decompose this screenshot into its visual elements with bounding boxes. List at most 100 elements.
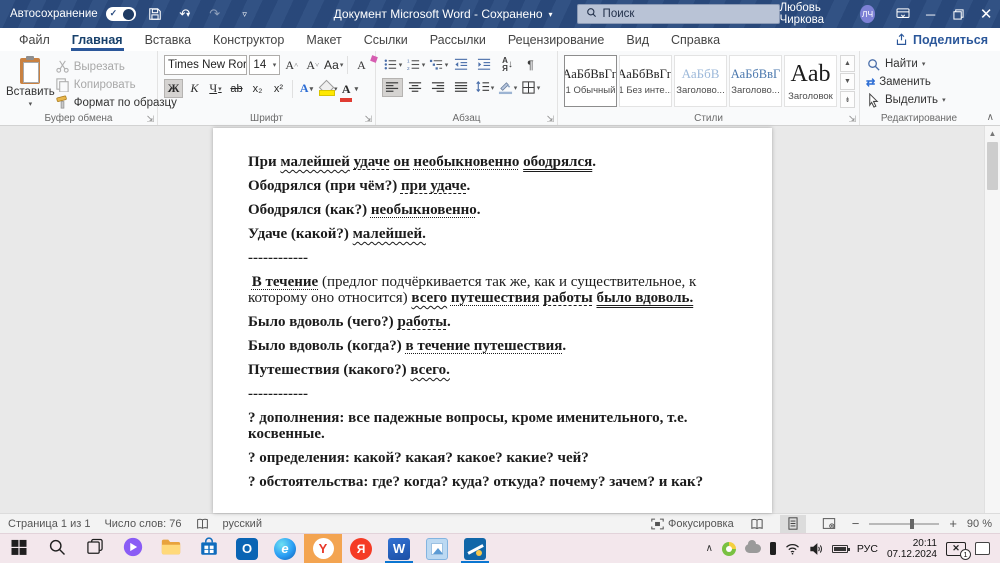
increase-indent-button[interactable] xyxy=(474,55,495,74)
subscript-button[interactable]: x₂ xyxy=(248,79,267,98)
taskbar-app-search[interactable] xyxy=(38,534,76,563)
vertical-scrollbar[interactable]: ▲ xyxy=(984,126,1000,513)
change-case-button[interactable]: Аа ▾ xyxy=(324,56,343,75)
align-center-button[interactable] xyxy=(405,78,426,97)
align-right-button[interactable] xyxy=(428,78,449,97)
font-color-button[interactable]: А ▾ xyxy=(339,79,360,102)
quick-access-more-icon[interactable]: ▿ xyxy=(234,3,256,25)
scrollbar-thumb[interactable] xyxy=(987,142,998,190)
paste-button[interactable]: Вставить ▾ xyxy=(6,55,55,109)
dialog-launcher-icon[interactable]: ⇲ xyxy=(546,114,554,124)
page-indicator[interactable]: Страница 1 из 1 xyxy=(8,518,90,530)
read-mode-button[interactable] xyxy=(744,515,770,533)
ribbon-tab-6[interactable]: Рассылки xyxy=(419,28,497,51)
clock[interactable]: 20:11 07.12.2024 xyxy=(887,538,937,560)
style-card-3[interactable]: АаБбВвГ Заголово... xyxy=(729,55,782,107)
search-input[interactable]: Поиск xyxy=(576,4,780,24)
show-formatting-marks-button[interactable]: ¶ xyxy=(520,55,541,74)
share-button[interactable]: Поделиться xyxy=(895,28,988,51)
style-card-0[interactable]: АаБбВвГг, 1 Обычный xyxy=(564,55,617,107)
usb-device-icon[interactable] xyxy=(769,542,776,555)
font-family-combobox[interactable]: Times New Ror▾ xyxy=(164,55,248,75)
highlight-color-button[interactable]: ▾ xyxy=(318,79,339,98)
user-name[interactable]: Любовь Чиркова xyxy=(780,2,853,26)
strikethrough-button[interactable]: ab xyxy=(227,79,246,98)
ribbon-tab-2[interactable]: Вставка xyxy=(134,28,202,51)
taskbar-app-start[interactable] xyxy=(0,534,38,563)
bullets-button[interactable]: ▾ xyxy=(382,55,403,74)
dialog-launcher-icon[interactable]: ⇲ xyxy=(848,114,856,124)
onedrive-icon[interactable] xyxy=(744,540,761,553)
taskbar-app-word[interactable]: W xyxy=(380,534,418,563)
select-button[interactable]: Выделить ▾ xyxy=(866,91,974,109)
zoom-in-button[interactable]: + xyxy=(949,516,957,531)
bold-button[interactable]: Ж xyxy=(164,79,183,98)
zoom-slider[interactable] xyxy=(869,518,940,529)
ribbon-tab-3[interactable]: Конструктор xyxy=(202,28,295,51)
styles-scroll-down-button[interactable]: ▼ xyxy=(840,73,855,90)
action-center-icon[interactable] xyxy=(975,542,990,555)
undo-button[interactable]: ↶ ▾ xyxy=(174,3,196,25)
ribbon-tab-5[interactable]: Ссылки xyxy=(353,28,419,51)
superscript-button[interactable]: x² xyxy=(269,79,288,98)
font-size-combobox[interactable]: 14 ▾ xyxy=(249,55,281,75)
multilevel-list-button[interactable]: ▾ xyxy=(428,55,449,74)
style-card-1[interactable]: АаБбВвГг, 1 Без инте... xyxy=(619,55,672,107)
zoom-out-button[interactable]: − xyxy=(852,516,860,531)
taskbar-app-outlook[interactable]: O xyxy=(228,534,266,563)
style-card-4[interactable]: Aab Заголовок xyxy=(784,55,837,107)
ribbon-tab-8[interactable]: Вид xyxy=(615,28,660,51)
ribbon-tab-4[interactable]: Макет xyxy=(295,28,352,51)
taskbar-app-explorer[interactable] xyxy=(152,534,190,563)
ribbon-tab-7[interactable]: Рецензирование xyxy=(497,28,616,51)
wifi-icon[interactable] xyxy=(785,543,800,555)
style-card-2[interactable]: АаБбВ Заголово... xyxy=(674,55,727,107)
zoom-level[interactable]: 90 % xyxy=(967,518,992,530)
find-button[interactable]: Найти ▾ xyxy=(866,55,974,73)
zoom-slider-thumb[interactable] xyxy=(909,518,914,529)
save-icon[interactable] xyxy=(144,3,166,25)
borders-button[interactable]: ▾ xyxy=(520,78,541,97)
language-switcher[interactable]: РУС xyxy=(857,543,878,555)
ribbon-tab-0[interactable]: Файл xyxy=(8,28,61,51)
dialog-launcher-icon[interactable]: ⇲ xyxy=(364,114,372,124)
justify-button[interactable] xyxy=(451,78,472,97)
taskbar-app-alice[interactable] xyxy=(114,534,152,563)
close-button[interactable]: ✕ xyxy=(972,0,1000,28)
sort-button[interactable]: А Я ↓ xyxy=(497,55,518,74)
word-count[interactable]: Число слов: 76 xyxy=(104,518,181,530)
ribbon-tab-1[interactable]: Главная xyxy=(61,28,134,51)
volume-icon[interactable] xyxy=(809,542,823,555)
underline-button[interactable]: Ч ▾ xyxy=(206,79,225,98)
shading-button[interactable]: ▾ xyxy=(497,78,518,97)
avatar[interactable]: ЛЧ xyxy=(860,5,875,23)
document-page[interactable]: При малейшей удаче он необыкновенно обод… xyxy=(213,128,772,513)
minimize-button[interactable]: ─ xyxy=(917,0,945,28)
grow-font-button[interactable]: А ˄ xyxy=(282,56,301,75)
styles-scroll-up-button[interactable]: ▲ xyxy=(840,55,855,72)
taskbar-app-yandex[interactable]: Я xyxy=(342,534,380,563)
decrease-indent-button[interactable] xyxy=(451,55,472,74)
line-spacing-button[interactable]: ▾ xyxy=(474,78,495,97)
taskbar-app-edge[interactable]: e xyxy=(266,534,304,563)
antivirus-icon[interactable] xyxy=(721,541,736,556)
codec-tray-icon[interactable]: ✕ 1 xyxy=(946,541,971,560)
tray-overflow-icon[interactable]: ∧ xyxy=(706,543,713,554)
dialog-launcher-icon[interactable]: ⇲ xyxy=(146,114,154,124)
clear-formatting-button[interactable]: А xyxy=(352,54,378,75)
proofing-icon[interactable] xyxy=(196,518,209,530)
language-indicator[interactable]: русский xyxy=(223,518,262,530)
focus-mode-button[interactable]: Фокусировка xyxy=(651,518,734,530)
collapse-ribbon-button[interactable]: ∧ xyxy=(987,112,994,123)
taskbar-app-task-view[interactable] xyxy=(76,534,114,563)
ribbon-display-options-icon[interactable] xyxy=(889,0,917,28)
web-layout-button[interactable] xyxy=(816,515,842,533)
shrink-font-button[interactable]: А ˅ xyxy=(303,56,322,75)
numbering-button[interactable]: 1 2 ▾ xyxy=(405,55,426,74)
print-layout-button[interactable] xyxy=(779,514,806,533)
replace-button[interactable]: ⇄ Заменить xyxy=(866,73,974,91)
battery-icon[interactable] xyxy=(831,544,850,553)
taskbar-app-store[interactable] xyxy=(190,534,228,563)
scroll-up-icon[interactable]: ▲ xyxy=(985,126,1000,138)
restore-button[interactable] xyxy=(944,0,972,28)
